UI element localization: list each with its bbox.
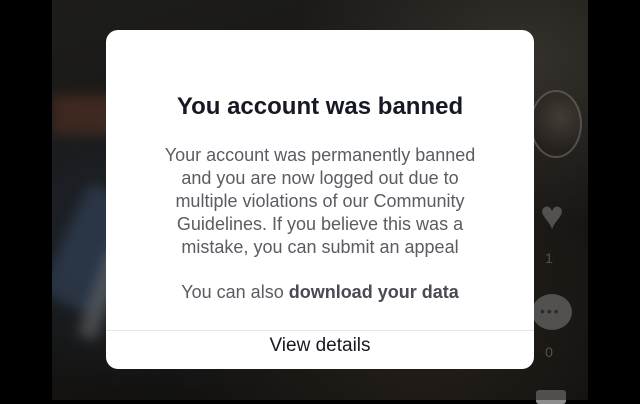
message-line: and you are now logged out due to [181,168,459,188]
dialog-title: You account was banned [176,93,464,120]
message-line: Guidelines. If you believe this was a [176,214,464,234]
download-data-text: You can also download your data [126,280,514,304]
message-line: mistake, you can submit an appeal [181,237,459,257]
message-line: multiple violations of our Community [175,191,465,211]
download-data-link[interactable]: download your data [289,282,459,302]
ban-dialog: You account was banned Your account was … [106,30,534,369]
download-prefix: You can also [181,282,289,302]
dialog-message: Your account was permanently banned and … [136,144,504,259]
message-line: Your account was permanently banned [164,145,476,165]
view-details-button[interactable]: View details [106,331,534,369]
